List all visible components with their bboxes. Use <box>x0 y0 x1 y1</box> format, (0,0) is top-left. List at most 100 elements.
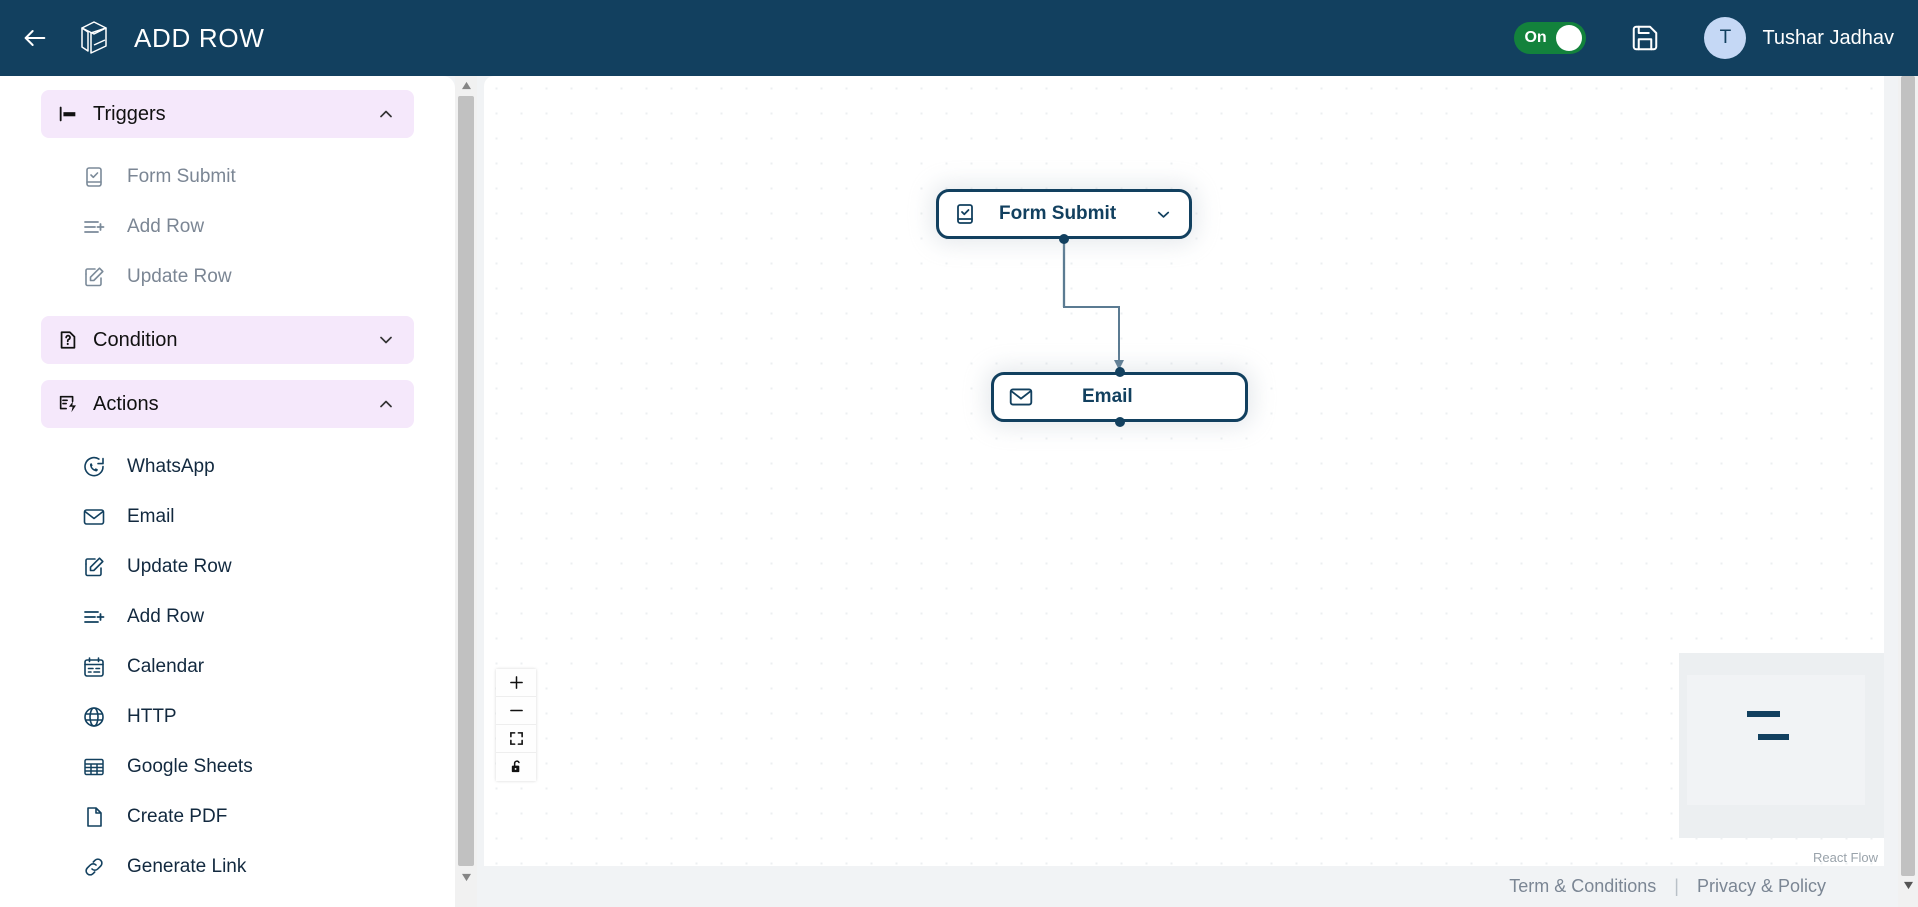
form-submit-icon <box>953 202 977 226</box>
sidebar-item-generate-link[interactable]: Generate Link <box>0 842 455 892</box>
minimap-node <box>1758 734 1789 740</box>
envelope-icon <box>82 505 108 529</box>
globe-icon <box>82 705 108 729</box>
footer: Term & Conditions | Privacy & Policy <box>484 866 1884 907</box>
add-row-icon <box>82 605 108 629</box>
sidebar-item-form-submit[interactable]: Form Submit <box>0 152 455 202</box>
sidebar: Triggers Form Submit Add Row Update Row … <box>0 76 455 907</box>
minimap-viewport <box>1687 675 1865 805</box>
sidebar-scrollbar[interactable] <box>455 76 477 907</box>
unlock-icon <box>511 760 520 773</box>
node-handle-bottom[interactable] <box>1059 234 1069 244</box>
sidebar-item-label: WhatsApp <box>127 456 215 477</box>
sidebar-item-label: HTTP <box>127 706 177 727</box>
add-row-icon <box>82 215 108 239</box>
fit-view-button[interactable] <box>496 725 536 753</box>
header-actions: On T Tushar Jadhav <box>1514 17 1894 59</box>
chevron-down-icon[interactable] <box>1154 205 1173 224</box>
scrollbar-thumb[interactable] <box>458 96 474 866</box>
terms-link[interactable]: Term & Conditions <box>1509 876 1656 897</box>
flag-start-icon <box>59 106 76 122</box>
update-row-icon <box>82 265 108 289</box>
page-title: ADD ROW <box>134 22 265 53</box>
sidebar-section-triggers-items: Form Submit Add Row Update Row <box>0 146 455 316</box>
sidebar-item-label: Google Sheets <box>127 756 253 777</box>
footer-divider: | <box>1674 876 1679 896</box>
sidebar-item-whatsapp[interactable]: WhatsApp <box>0 442 455 492</box>
toggle-knob <box>1556 25 1583 51</box>
scroll-up-arrow-icon[interactable] <box>455 76 477 94</box>
calendar-icon <box>82 655 108 679</box>
sidebar-section-label: Actions <box>93 392 159 415</box>
canvas-controls <box>496 669 536 781</box>
plus-icon <box>509 676 523 689</box>
sidebar-item-calendar[interactable]: Calendar <box>0 642 455 692</box>
sidebar-item-label: Add Row <box>127 216 205 237</box>
privacy-link[interactable]: Privacy & Policy <box>1697 876 1826 897</box>
link-icon <box>82 855 108 879</box>
save-floppy-icon <box>1633 25 1658 51</box>
sidebar-section-label: Triggers <box>93 102 166 125</box>
actions-bolt-icon <box>59 395 76 413</box>
flow-node-label: Form Submit <box>999 203 1117 224</box>
sidebar-section-actions-items: WhatsApp Email Update Row Add Row Calend… <box>0 436 455 906</box>
minus-icon <box>509 709 523 712</box>
node-handle-bottom[interactable] <box>1114 417 1125 427</box>
sidebar-item-label: Update Row <box>127 556 232 577</box>
fit-view-icon <box>509 732 523 745</box>
sidebar-item-email[interactable]: Email <box>0 492 455 542</box>
node-handle-top[interactable] <box>1114 367 1125 377</box>
app-header: ADD ROW On T Tushar Jadhav <box>0 0 1918 76</box>
sidebar-section-triggers[interactable]: Triggers <box>41 90 414 138</box>
spreadsheet-icon <box>82 755 108 779</box>
envelope-icon <box>1008 384 1034 410</box>
back-arrow-icon <box>24 30 46 46</box>
sidebar-item-add-row[interactable]: Add Row <box>0 592 455 642</box>
sidebar-item-label: Update Row <box>127 266 232 287</box>
avatar: T <box>1704 17 1747 59</box>
body: Triggers Form Submit Add Row Update Row … <box>0 76 1918 907</box>
chevron-up-icon[interactable] <box>376 104 396 124</box>
back-button[interactable] <box>12 15 58 61</box>
sidebar-section-label: Condition <box>93 328 178 351</box>
sidebar-item-update-row[interactable]: Update Row <box>0 252 455 302</box>
update-row-icon <box>82 555 108 579</box>
interactivity-lock-button[interactable] <box>496 753 536 781</box>
sidebar-item-label: Add Row <box>127 606 205 627</box>
form-submit-icon <box>82 165 108 189</box>
sidebar-item-label: Generate Link <box>127 856 247 877</box>
app-logo <box>72 15 116 61</box>
document-icon <box>82 805 108 829</box>
scroll-down-arrow-icon[interactable] <box>455 868 477 886</box>
user-name: Tushar Jadhav <box>1762 26 1894 49</box>
sidebar-item-label: Calendar <box>127 656 205 677</box>
sidebar-item-add-row[interactable]: Add Row <box>0 202 455 252</box>
user-menu[interactable]: T Tushar Jadhav <box>1704 17 1894 59</box>
workflow-enabled-toggle[interactable]: On <box>1514 22 1587 54</box>
flow-node-label: Email <box>1082 386 1133 407</box>
edge-form-submit-to-email <box>1062 242 1120 362</box>
sidebar-item-http[interactable]: HTTP <box>0 692 455 742</box>
sidebar-section-condition[interactable]: Condition <box>41 316 414 364</box>
react-flow-attribution[interactable]: React Flow <box>1813 850 1878 865</box>
app-root: ADD ROW On T Tushar Jadhav Triggers Form… <box>0 0 1918 907</box>
sidebar-item-google-sheets[interactable]: Google Sheets <box>0 742 455 792</box>
sidebar-item-update-row[interactable]: Update Row <box>0 542 455 592</box>
flow-node-form-submit[interactable]: Form Submit <box>936 189 1192 244</box>
sidebar-item-create-pdf[interactable]: Create PDF <box>0 792 455 842</box>
save-button[interactable] <box>1630 23 1660 53</box>
page-scroll-down-arrow-icon[interactable] <box>1898 876 1918 894</box>
zoom-out-button[interactable] <box>496 697 536 725</box>
chevron-down-icon[interactable] <box>376 330 396 350</box>
flow-canvas[interactable]: Form Submit Email React Flow <box>484 76 1884 866</box>
page-scrollbar-thumb[interactable] <box>1901 76 1915 876</box>
toggle-label: On <box>1524 29 1547 46</box>
zoom-in-button[interactable] <box>496 669 536 697</box>
flow-node-email[interactable]: Email <box>991 367 1248 427</box>
canvas-minimap[interactable] <box>1679 653 1884 838</box>
chevron-up-icon[interactable] <box>376 394 396 414</box>
minimap-node <box>1747 711 1780 717</box>
sidebar-section-actions[interactable]: Actions <box>41 380 414 428</box>
page-scrollbar[interactable] <box>1898 76 1918 907</box>
